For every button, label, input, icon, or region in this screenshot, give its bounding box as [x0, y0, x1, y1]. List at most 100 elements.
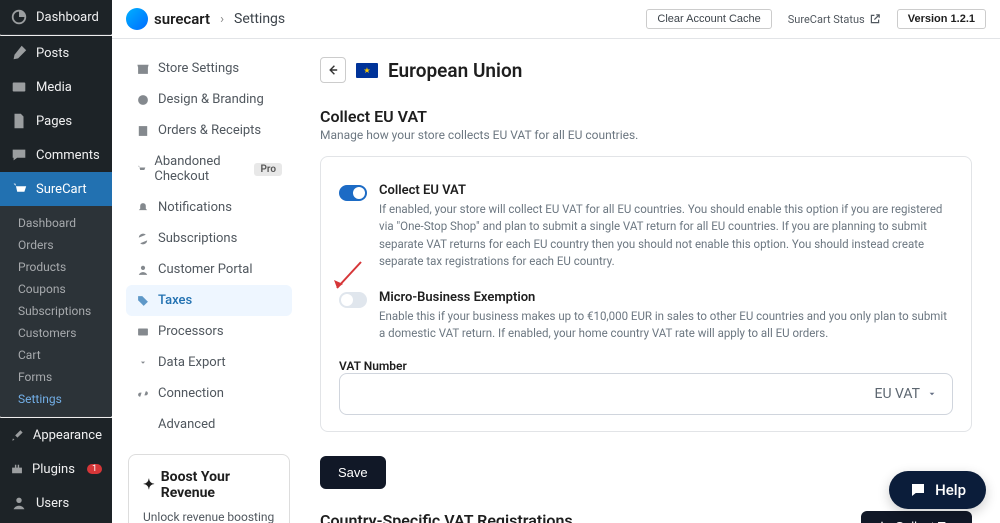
brand: surecart	[126, 8, 210, 30]
wp-sub-orders[interactable]: Orders	[10, 234, 112, 256]
upgrade-boost-card: ✦Boost Your Revenue Unlock revenue boost…	[128, 454, 290, 523]
brush-icon	[10, 426, 25, 444]
snav-label: Design & Branding	[158, 92, 264, 107]
snav-store[interactable]: Store Settings	[126, 53, 292, 84]
snav-subscriptions[interactable]: Subscriptions	[126, 223, 292, 254]
wp-nav-pages[interactable]: Pages	[0, 104, 112, 138]
media-icon	[10, 78, 28, 96]
wp-nav-label: Dashboard	[36, 10, 99, 25]
wp-nav-comments[interactable]: Comments	[0, 138, 112, 172]
cs-title: Country-Specific VAT Registrations	[320, 511, 845, 523]
section-title: Collect EU VAT	[320, 107, 972, 126]
collect-tax-label: Collect Tax	[895, 519, 958, 523]
wp-sub-dashboard[interactable]: Dashboard	[10, 212, 112, 234]
vat-type-select[interactable]: EU VAT	[339, 373, 953, 415]
snav-processors[interactable]: Processors	[126, 316, 292, 347]
snav-abandoned[interactable]: Abandoned CheckoutPro	[126, 146, 292, 192]
surecart-status-link[interactable]: SureCart Status	[782, 10, 887, 29]
topbar: surecart › Settings Clear Account Cache …	[112, 0, 1000, 39]
wp-sub-coupons[interactable]: Coupons	[10, 278, 112, 300]
update-badge: 1	[87, 464, 102, 474]
page-title: European Union	[388, 59, 522, 82]
save-button[interactable]: Save	[320, 456, 386, 489]
settings-panel: European Union Collect EU VAT Manage how…	[302, 39, 1000, 523]
wp-nav-label: Plugins	[32, 462, 75, 477]
settings-sidebar: Store Settings Design & Branding Orders …	[112, 39, 302, 523]
page-icon	[10, 112, 28, 130]
snav-taxes[interactable]: Taxes	[126, 285, 292, 316]
wp-nav-posts[interactable]: Posts	[0, 36, 112, 70]
wp-nav-dashboard[interactable]: Dashboard	[0, 0, 112, 34]
snav-portal[interactable]: Customer Portal	[126, 254, 292, 285]
sparkle-icon: ✦	[143, 477, 155, 493]
wp-nav-label: Pages	[36, 114, 72, 129]
boost-title: ✦Boost Your Revenue	[143, 469, 275, 501]
snav-export[interactable]: Data Export	[126, 347, 292, 378]
snav-label: Abandoned Checkout	[154, 154, 246, 184]
snav-label: Customer Portal	[158, 262, 253, 277]
cart-abandoned-icon	[136, 162, 146, 176]
status-label: SureCart Status	[788, 13, 865, 26]
clear-cache-button[interactable]: Clear Account Cache	[646, 9, 771, 29]
toggle-collect-vat[interactable]	[339, 185, 367, 201]
vat-number-label: VAT Number	[339, 359, 953, 373]
help-widget[interactable]: Help	[889, 471, 986, 509]
users-icon	[10, 494, 28, 512]
country-specific-header: Country-Specific VAT Registrations If yo…	[320, 511, 972, 523]
opt-micro-exemption: Micro-Business Exemption Enable this if …	[339, 280, 953, 353]
snav-label: Notifications	[158, 200, 232, 215]
wp-nav-label: SureCart	[36, 182, 87, 197]
dashboard-icon	[10, 8, 28, 26]
link-icon	[136, 387, 150, 401]
wp-nav-appearance[interactable]: Appearance	[0, 418, 112, 452]
back-button[interactable]	[320, 57, 346, 83]
opt-desc: Enable this if your business makes up to…	[379, 308, 953, 343]
comment-icon	[10, 146, 28, 164]
chevron-down-icon	[926, 388, 938, 400]
toggle-micro-exemption[interactable]	[339, 292, 367, 308]
wp-sub-forms[interactable]: Forms	[10, 366, 112, 388]
snav-orders[interactable]: Orders & Receipts	[126, 115, 292, 146]
wp-sub-cart[interactable]: Cart	[10, 344, 112, 366]
wp-nav-users[interactable]: Users	[0, 486, 112, 520]
snav-label: Connection	[158, 386, 224, 401]
arrow-left-icon	[326, 63, 340, 77]
plugin-icon	[10, 460, 24, 478]
bell-icon	[136, 201, 150, 215]
section-desc: Manage how your store collects EU VAT fo…	[320, 128, 972, 142]
cart-icon	[10, 180, 28, 198]
collect-tax-button[interactable]: Collect Tax	[861, 511, 972, 523]
snav-label: Processors	[158, 324, 224, 339]
tag-icon	[136, 294, 150, 308]
repeat-icon	[136, 232, 150, 246]
snav-label: Subscriptions	[158, 231, 237, 246]
wp-nav-media[interactable]: Media	[0, 70, 112, 104]
user-icon	[136, 263, 150, 277]
download-icon	[136, 356, 150, 370]
wp-nav-label: Comments	[36, 148, 100, 163]
wp-nav-label: Appearance	[33, 428, 102, 443]
wp-sub-settings[interactable]: Settings	[10, 388, 112, 410]
wp-sub-customers[interactable]: Customers	[10, 322, 112, 344]
snav-design[interactable]: Design & Branding	[126, 84, 292, 115]
wp-sub-products[interactable]: Products	[10, 256, 112, 278]
snav-connection[interactable]: Connection	[126, 378, 292, 409]
sliders-icon	[136, 418, 150, 432]
vat-select-value: EU VAT	[874, 386, 920, 402]
opt-collect-vat: Collect EU VAT If enabled, your store wi…	[339, 173, 953, 280]
boost-body: Unlock revenue boosting features when yo…	[143, 509, 275, 523]
wp-nav-surecart[interactable]: SureCart	[0, 172, 112, 206]
wp-nav-plugins[interactable]: Plugins 1	[0, 452, 112, 486]
external-link-icon	[869, 13, 881, 25]
help-label: Help	[935, 481, 966, 499]
chevron-right-icon: ›	[220, 12, 224, 27]
snav-advanced[interactable]: Advanced	[126, 409, 292, 440]
wp-sub-subscriptions[interactable]: Subscriptions	[10, 300, 112, 322]
opt-title: Collect EU VAT	[379, 183, 953, 198]
snav-label: Advanced	[158, 417, 215, 432]
surecart-logo-icon	[126, 8, 148, 30]
snav-notifications[interactable]: Notifications	[126, 192, 292, 223]
version-button[interactable]: Version 1.2.1	[897, 9, 986, 29]
snav-label: Orders & Receipts	[158, 123, 261, 138]
wp-nav-label: Posts	[36, 46, 69, 61]
